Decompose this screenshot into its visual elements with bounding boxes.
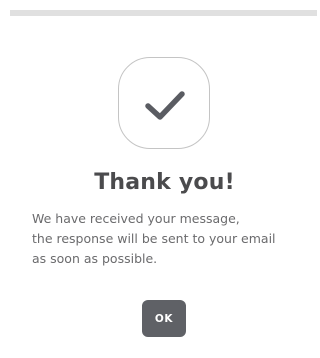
dialog-message: We have received your message, the respo… (32, 209, 314, 269)
checkmark-icon (145, 91, 185, 120)
message-line: the response will be sent to your email (32, 231, 276, 246)
message-line: We have received your message, (32, 211, 240, 226)
dialog-title: Thank you! (94, 170, 235, 195)
message-line: as soon as possible. (32, 251, 158, 266)
confirmation-dialog: Thank you! We have received your message… (0, 16, 317, 358)
ok-button[interactable]: OK (142, 300, 186, 337)
checkmark-badge (118, 57, 210, 149)
